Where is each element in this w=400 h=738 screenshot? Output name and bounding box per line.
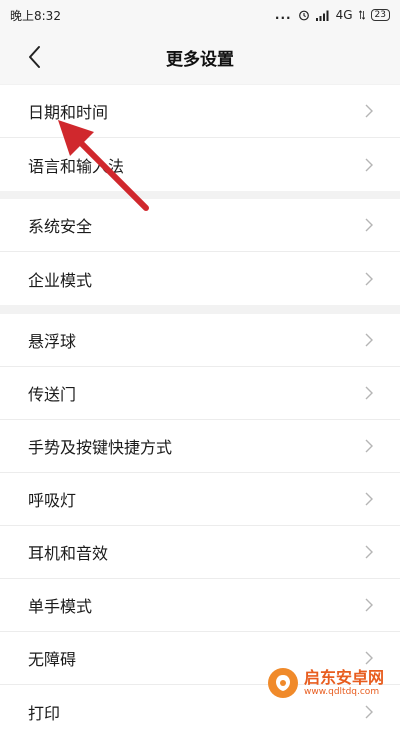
- signal-icon: [315, 10, 329, 21]
- chevron-right-icon: [365, 598, 373, 612]
- chevron-right-icon: [365, 386, 373, 400]
- settings-item-breathing-light[interactable]: 呼吸灯: [0, 473, 400, 526]
- notification-dots-icon: ...: [274, 8, 292, 22]
- header: 更多设置: [0, 30, 400, 84]
- settings-item-label: 无障碍: [28, 650, 77, 669]
- settings-group-1: 日期和时间 语言和输入法: [0, 85, 400, 191]
- settings-item-system-security[interactable]: 系统安全: [0, 199, 400, 252]
- chevron-right-icon: [365, 218, 373, 232]
- settings-item-floating-ball[interactable]: 悬浮球: [0, 314, 400, 367]
- watermark-name: 启东安卓网: [304, 667, 385, 687]
- alarm-icon: [298, 10, 309, 21]
- chevron-right-icon: [365, 333, 373, 347]
- settings-item-enterprise-mode[interactable]: 企业模式: [0, 252, 400, 305]
- watermark: 启东安卓网 www.qdltdq.com: [268, 668, 384, 698]
- chevron-right-icon: [365, 545, 373, 559]
- chevron-right-icon: [365, 104, 373, 118]
- settings-item-label: 企业模式: [28, 270, 93, 290]
- battery-indicator: 23: [370, 9, 390, 21]
- status-time: 晚上8:32: [10, 8, 61, 23]
- watermark-url: www.qdltdq.com: [304, 686, 380, 697]
- settings-item-gestures-shortcuts[interactable]: 手势及按键快捷方式: [0, 420, 400, 473]
- settings-item-date-time[interactable]: 日期和时间: [0, 85, 400, 138]
- page-title: 更多设置: [166, 49, 234, 70]
- settings-item-label: 悬浮球: [28, 332, 77, 351]
- settings-item-label: 手势及按键快捷方式: [28, 438, 173, 457]
- data-arrows-icon: [358, 10, 365, 20]
- chevron-right-icon: [365, 492, 373, 506]
- chevron-right-icon: [365, 651, 373, 665]
- settings-item-language-input[interactable]: 语言和输入法: [0, 138, 400, 191]
- settings-item-headphones-audio[interactable]: 耳机和音效: [0, 526, 400, 579]
- settings-item-label: 日期和时间: [28, 103, 109, 122]
- chevron-right-icon: [365, 439, 373, 453]
- chevron-right-icon: [365, 705, 373, 718]
- settings-item-label: 呼吸灯: [28, 491, 77, 510]
- chevron-right-icon: [365, 158, 373, 171]
- settings-item-label: 单手模式: [28, 597, 93, 616]
- settings-group-2: 系统安全 企业模式: [0, 199, 400, 305]
- settings-item-label: 语言和输入法: [28, 156, 125, 176]
- status-icons: ... 4G 23: [275, 8, 390, 22]
- watermark-logo-icon: [268, 668, 298, 698]
- settings-item-label: 系统安全: [28, 217, 93, 236]
- settings-item-label: 耳机和音效: [28, 544, 109, 563]
- status-bar: 晚上8:32 ... 4G 23: [0, 0, 400, 30]
- chevron-right-icon: [365, 272, 373, 285]
- settings-item-label: 传送门: [28, 385, 77, 404]
- settings-item-label: 打印: [28, 703, 61, 723]
- back-arrow-icon[interactable]: [24, 44, 46, 70]
- settings-item-one-handed-mode[interactable]: 单手模式: [0, 579, 400, 632]
- network-type: 4G: [335, 8, 353, 22]
- settings-item-portal[interactable]: 传送门: [0, 367, 400, 420]
